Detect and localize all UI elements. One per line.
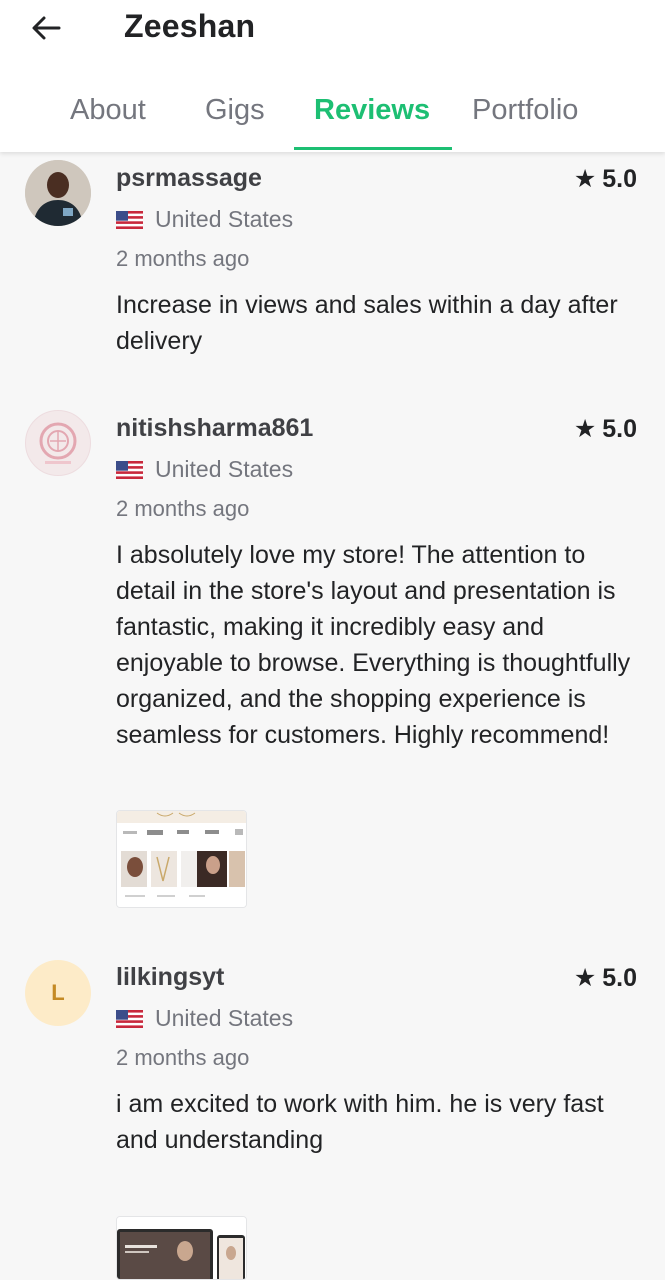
review-rating: ★ 5.0 (574, 414, 637, 444)
tab-gigs[interactable]: Gigs (205, 94, 265, 127)
user-photo-icon (25, 160, 91, 226)
star-icon: ★ (573, 415, 597, 443)
us-flag-icon (116, 460, 143, 479)
review-time: 2 months ago (116, 1045, 250, 1070)
avatar[interactable] (25, 160, 91, 226)
page-title: Zeeshan (124, 8, 256, 44)
tab-reviews[interactable]: Reviews (314, 94, 430, 127)
rating-value: 5.0 (602, 963, 637, 992)
arrow-left-icon (32, 16, 61, 40)
star-icon: ★ (573, 964, 597, 992)
rating-value: 5.0 (602, 414, 637, 443)
avatar-initial: L (51, 980, 65, 1005)
review-rating: ★ 5.0 (574, 963, 637, 993)
star-icon: ★ (573, 165, 597, 193)
review-username[interactable]: nitishsharma861 (116, 414, 313, 443)
app-header: Zeeshan About Gigs Reviews Portfolio (0, 0, 665, 152)
review-item: L lilkingsyt ★ 5.0 United States 2 month… (0, 960, 665, 1280)
review-attachment-thumbnail[interactable] (116, 810, 247, 908)
country-name: United States (155, 456, 294, 482)
us-flag-icon (116, 210, 143, 229)
profile-tabs: About Gigs Reviews Portfolio (0, 86, 665, 152)
review-item: nitishsharma861 ★ 5.0 United States 2 mo… (0, 410, 665, 920)
tab-portfolio[interactable]: Portfolio (472, 94, 578, 127)
rating-value: 5.0 (602, 164, 637, 193)
review-rating: ★ 5.0 (574, 164, 637, 194)
review-username[interactable]: psrmassage (116, 164, 262, 193)
us-flag-icon (116, 1009, 143, 1028)
review-time: 2 months ago (116, 496, 250, 521)
country-name: United States (155, 206, 294, 232)
active-tab-indicator (294, 147, 452, 150)
store-logo-icon (39, 422, 77, 464)
review-time: 2 months ago (116, 246, 250, 271)
country-name: United States (155, 1005, 294, 1031)
back-button[interactable] (26, 10, 66, 46)
review-text: i am excited to work with him. he is ver… (116, 1090, 604, 1154)
review-attachment-thumbnail[interactable] (116, 1216, 247, 1280)
review-text: I absolutely love my store! The attentio… (116, 541, 631, 749)
review-item: psrmassage ★ 5.0 United States 2 months … (0, 160, 665, 400)
review-country: United States (116, 456, 293, 483)
review-country: United States (116, 1005, 293, 1032)
store-screenshot-image (117, 811, 246, 907)
avatar[interactable] (25, 410, 91, 476)
review-country: United States (116, 206, 293, 233)
avatar[interactable]: L (25, 960, 91, 1026)
review-username[interactable]: lilkingsyt (116, 963, 224, 992)
tab-about[interactable]: About (70, 94, 146, 127)
site-screenshot-image (117, 1217, 246, 1279)
review-text: Increase in views and sales within a day… (116, 291, 618, 355)
